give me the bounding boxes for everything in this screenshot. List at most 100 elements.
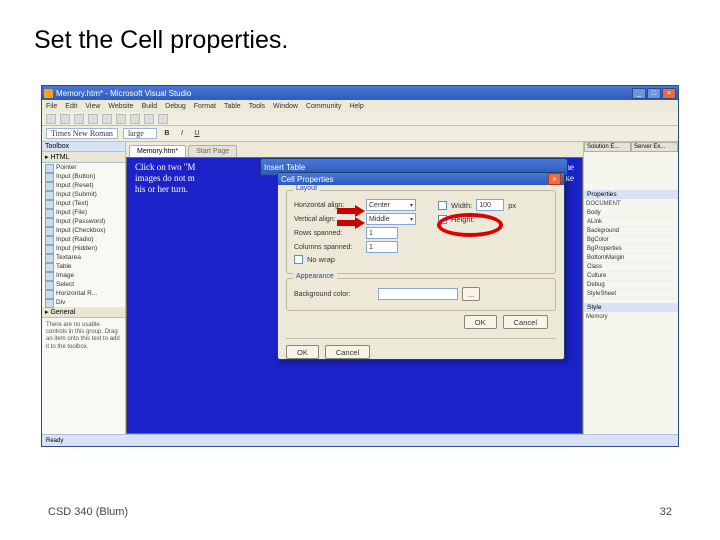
toolbox-item[interactable]: Input (Button) (42, 172, 125, 181)
menu-build[interactable]: Build (142, 103, 158, 110)
menu-debug[interactable]: Debug (165, 103, 186, 110)
toolbox-item[interactable]: Input (Reset) (42, 181, 125, 190)
nowrap-label: No wrap (307, 255, 335, 264)
minimize-button[interactable]: _ (632, 88, 646, 99)
prop-row[interactable]: Culture (584, 272, 678, 281)
toolbar-button[interactable] (130, 114, 140, 124)
toolbox-item[interactable]: Div (42, 298, 125, 307)
dialog-title-text: Cell Properties (281, 175, 333, 184)
prop-row[interactable]: Class (584, 263, 678, 272)
toolbar-button[interactable] (116, 114, 126, 124)
halign-select[interactable]: Center (366, 199, 416, 211)
layout-group: Layout Horizontal align: Center Width: 1… (286, 190, 556, 274)
menu-community[interactable]: Community (306, 103, 341, 110)
outer-ok-button[interactable]: OK (286, 345, 319, 359)
width-unit: px (508, 201, 516, 210)
annotation-ellipse-icon (437, 213, 503, 237)
toolbox-header: Toolbox (42, 142, 125, 152)
outer-cancel-button[interactable]: Cancel (325, 345, 370, 359)
toolbox-item[interactable]: Input (Password) (42, 217, 125, 226)
menu-tools[interactable]: Tools (249, 103, 265, 110)
font-size-select[interactable]: large (123, 128, 157, 139)
bgcolor-browse-button[interactable]: ... (462, 287, 480, 301)
server-explorer-tab[interactable]: Server Ex... (631, 142, 678, 152)
italic-button[interactable]: I (177, 130, 187, 137)
properties-header: Properties (584, 190, 678, 199)
toolbox-item[interactable]: Input (Checkbox) (42, 226, 125, 235)
colspan-input[interactable]: 1 (366, 241, 398, 253)
width-label: Width: (451, 201, 472, 210)
rowspan-input[interactable]: 1 (366, 227, 398, 239)
vs-titlebar: Memory.htm* - Microsoft Visual Studio _ … (42, 86, 678, 100)
appearance-group: Appearance Background color: ... (286, 278, 556, 311)
prop-row[interactable]: Body (584, 209, 678, 218)
menu-file[interactable]: File (46, 103, 57, 110)
toolbar-button[interactable] (158, 114, 168, 124)
close-button[interactable]: × (662, 88, 676, 99)
dialog-close-button[interactable]: × (548, 173, 561, 185)
toolbar-button[interactable] (102, 114, 112, 124)
toolbox-item[interactable]: Textarea (42, 253, 125, 262)
bgcolor-input[interactable] (378, 288, 458, 300)
width-checkbox[interactable] (438, 201, 447, 210)
toolbox-general-section[interactable]: ▸ General (42, 307, 125, 318)
tab-memory[interactable]: Memory.htm* (129, 145, 186, 157)
menu-table[interactable]: Table (224, 103, 241, 110)
toolbox-item[interactable]: Pointer (42, 163, 125, 172)
maximize-button[interactable]: □ (647, 88, 661, 99)
toolbar-button[interactable] (46, 114, 56, 124)
style-body: Memory (584, 312, 678, 322)
dialog-titlebar: Cell Properties × (278, 173, 564, 185)
prop-row[interactable]: Background (584, 227, 678, 236)
toolbar-button[interactable] (88, 114, 98, 124)
editor-area: Memory.htm* Start Page Click on two "M t… (126, 142, 583, 434)
cancel-button[interactable]: Cancel (503, 315, 548, 329)
menu-window[interactable]: Window (273, 103, 298, 110)
toolbar-button[interactable] (74, 114, 84, 124)
toolbox-item[interactable]: Input (Radio) (42, 235, 125, 244)
vs-window: Memory.htm* - Microsoft Visual Studio _ … (41, 85, 679, 447)
toolbox-item[interactable]: Image (42, 271, 125, 280)
toolbar-button[interactable] (144, 114, 154, 124)
bgcolor-label: Background color: (294, 291, 374, 298)
toolbox-item[interactable]: Select (42, 280, 125, 289)
width-input[interactable]: 100 (476, 199, 504, 211)
toolbar-button[interactable] (60, 114, 70, 124)
solution-explorer-tab[interactable]: Solution E... (584, 142, 631, 152)
menu-view[interactable]: View (85, 103, 100, 110)
page-number: 32 (660, 506, 672, 518)
toolbox-item[interactable]: Input (Hidden) (42, 244, 125, 253)
doc-text: Click on two "M (135, 162, 195, 173)
nowrap-checkbox[interactable] (294, 255, 303, 264)
menu-website[interactable]: Website (108, 103, 133, 110)
toolbox-html-section[interactable]: ▸ HTML (42, 152, 125, 163)
toolbox-item[interactable]: Input (File) (42, 208, 125, 217)
valign-select[interactable]: Middle (366, 213, 416, 225)
prop-row[interactable]: BottomMargin (584, 254, 678, 263)
prop-row[interactable]: Debug (584, 281, 678, 290)
prop-row[interactable]: ALink (584, 218, 678, 227)
toolbox-item[interactable]: Input (Text) (42, 199, 125, 208)
layout-group-title: Layout (293, 185, 320, 192)
prop-row[interactable]: BgProperties (584, 245, 678, 254)
document-area[interactable]: Click on two "M time your turn. If the i… (126, 157, 583, 434)
toolbox-item[interactable]: Horizontal R... (42, 289, 125, 298)
statusbar: Ready (42, 434, 678, 446)
style-header: Style (584, 303, 678, 312)
prop-row[interactable]: BgColor (584, 236, 678, 245)
menu-format[interactable]: Format (194, 103, 216, 110)
bold-button[interactable]: B (162, 130, 172, 137)
toolbox-item[interactable]: Input (Submit) (42, 190, 125, 199)
ok-button[interactable]: OK (464, 315, 497, 329)
vs-app-icon (44, 89, 53, 98)
menu-help[interactable]: Help (349, 103, 363, 110)
prop-row[interactable]: StyleSheet (584, 290, 678, 299)
toolbox-panel: Toolbox ▸ HTML Pointer Input (Button) In… (42, 142, 126, 434)
vs-menubar: File Edit View Website Build Debug Forma… (42, 100, 678, 112)
underline-button[interactable]: U (192, 130, 202, 137)
toolbox-item[interactable]: Table (42, 262, 125, 271)
rowspan-label: Rows spanned: (294, 230, 362, 237)
tab-startpage[interactable]: Start Page (188, 145, 237, 157)
menu-edit[interactable]: Edit (65, 103, 77, 110)
font-name-select[interactable]: Times New Roman (46, 128, 118, 139)
